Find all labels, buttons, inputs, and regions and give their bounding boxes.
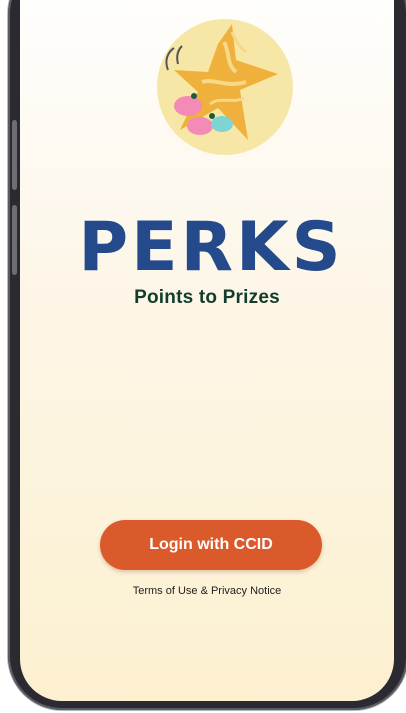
privacy-notice-link[interactable]: Privacy Notice xyxy=(211,585,281,597)
volume-button xyxy=(12,205,17,275)
tagline: Points to Prizes xyxy=(134,287,280,308)
legal-links: Terms of Use & Privacy Notice xyxy=(20,585,394,597)
legal-separator: & xyxy=(197,585,211,597)
terms-of-use-link[interactable]: Terms of Use xyxy=(133,585,198,597)
star-mascot-icon xyxy=(157,19,293,155)
volume-button xyxy=(12,120,17,190)
login-with-ccid-button[interactable]: Login with CCID xyxy=(100,520,322,570)
logo-text: PERKS xyxy=(78,212,343,278)
app-screen: PERKS Points to Prizes Login with CCID T… xyxy=(20,0,394,701)
perks-logo: PERKS xyxy=(78,212,343,278)
